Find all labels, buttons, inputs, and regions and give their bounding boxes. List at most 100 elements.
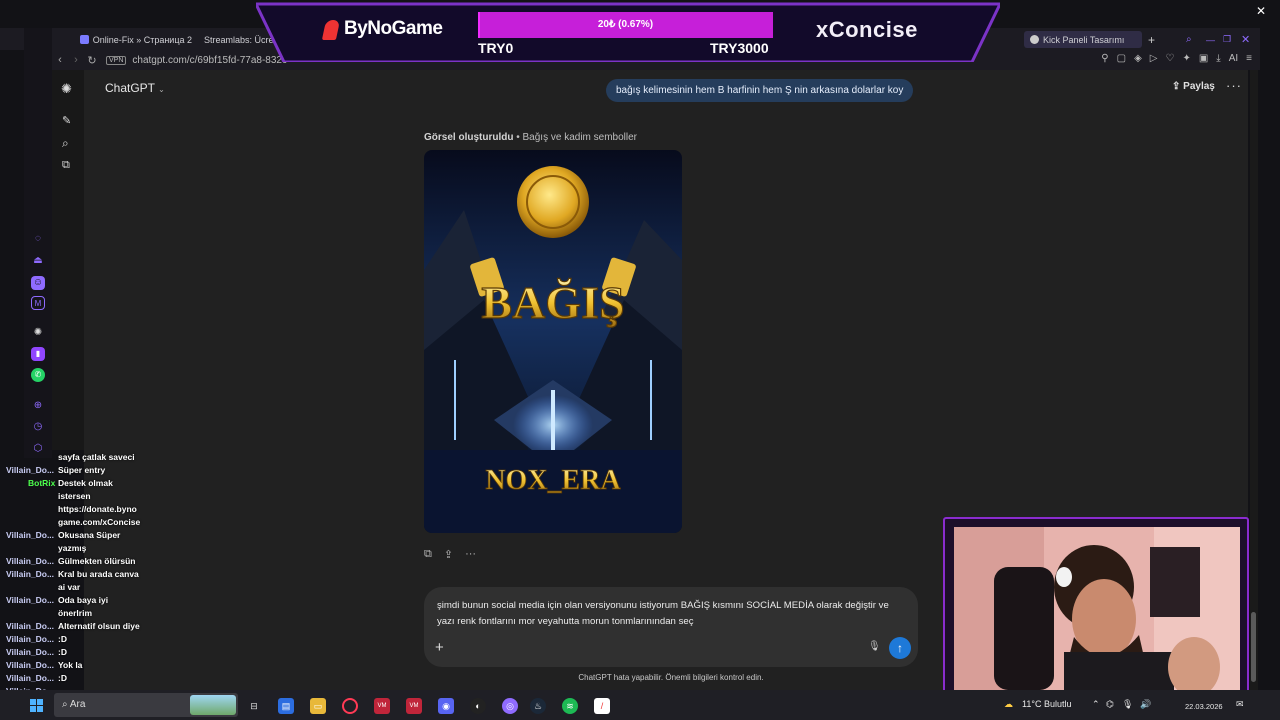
weather-icon[interactable]: ☁ (1004, 699, 1013, 710)
history-icon[interactable]: ◷ (31, 420, 45, 434)
voicemod-2-icon[interactable]: VM (406, 698, 422, 714)
image-status: Görsel oluşturuldu (424, 132, 514, 143)
scrollbar[interactable] (1250, 70, 1258, 690)
close-window-icon[interactable]: ✕ (1241, 31, 1250, 48)
chatgpt-logo-icon[interactable]: ✺ (61, 81, 72, 97)
search-icon[interactable]: ⌕ (62, 136, 69, 151)
screen: Online-Fix » Страница 2 Streamlabs: Ücre… (0, 0, 1280, 720)
ai-button[interactable]: AI (1229, 53, 1238, 64)
attach-plus-icon[interactable]: + (435, 639, 444, 656)
whatsapp-icon[interactable]: ✆ (31, 368, 45, 382)
donation-max-label: TRY3000 (710, 40, 769, 56)
arrow-up-icon: ↑ (897, 641, 903, 655)
tab-online-fix[interactable]: Online-Fix » Страница 2 (80, 31, 192, 48)
reload-icon[interactable]: ↻ (84, 54, 100, 67)
steam-icon[interactable]: ♨ (530, 698, 546, 714)
volume-icon[interactable]: 🔊 (1140, 699, 1151, 710)
back-icon[interactable]: ‹ (52, 54, 68, 66)
opera-icon[interactable] (342, 698, 358, 714)
new-chat-icon[interactable]: ✎ (62, 114, 71, 127)
webcam-overlay (943, 517, 1249, 700)
donation-progress-label: 20₺ (0.67%) (597, 19, 654, 30)
minimize-icon[interactable]: — (1206, 31, 1215, 48)
mic-tray-icon[interactable]: 🎙 (1122, 699, 1133, 710)
menu-icon[interactable]: ≡ (1246, 53, 1252, 64)
taskbar-search[interactable]: ⌕ Ara (54, 693, 238, 717)
obs-icon[interactable]: ◐ (470, 698, 486, 714)
chat-username: Villain_Do... (6, 621, 55, 631)
messenger-icon[interactable]: ☺ (31, 276, 45, 290)
model-selector[interactable]: ChatGPT ⌄ (105, 81, 165, 95)
windows-start-icon[interactable] (30, 699, 44, 713)
wifi-icon[interactable]: ⌬ (1106, 699, 1114, 710)
chat-message: sayfa çatlak saveci (58, 452, 135, 462)
message-composer[interactable]: şimdi bunun social media için olan versi… (424, 587, 918, 667)
forward-icon[interactable]: › (68, 54, 84, 66)
tab-kick-panel[interactable]: Kick Paneli Tasarımı (1024, 31, 1142, 48)
music-icon[interactable]: M (31, 296, 45, 310)
chat-message: :D (58, 647, 67, 657)
chatgpt-sidebar-icon[interactable]: ✺ (31, 326, 45, 340)
voicemod-icon[interactable]: VM (374, 698, 390, 714)
opera-sidebar: ◌ ⏏ ☺ M ✺ ▮ ✆ ⊕ ◷ ⬡ (24, 28, 52, 458)
overlay-close-icon[interactable]: ✕ (1256, 4, 1266, 18)
chat-message: yazmış (58, 543, 87, 553)
chatgpt-icon (1030, 35, 1039, 44)
shield-icon[interactable]: ◈ (1134, 53, 1142, 64)
twitch-icon[interactable]: ▮ (31, 347, 45, 361)
pin-icon[interactable]: ⚲ (1101, 53, 1108, 64)
library-icon[interactable]: ⧉ (62, 159, 70, 172)
stream-chat-overlay: sayfa çatlak saveci Villain_Do... Süper en… (0, 450, 150, 690)
chat-username: Villain_Do... (6, 595, 55, 605)
disclaimer: ChatGPT hata yapabilir. Önemli bilgileri… (578, 673, 764, 682)
image-actions: ⧉ ⇪ ··· (424, 548, 476, 561)
tab-label: Online-Fix » Страница 2 (92, 34, 192, 45)
copy-icon[interactable]: ⧉ (424, 548, 432, 561)
discord-icon[interactable]: ◉ (438, 698, 454, 714)
play-icon[interactable]: ▷ (1150, 53, 1158, 64)
crypto-wallet-icon[interactable]: ⏏ (31, 254, 45, 268)
search-label: Ara (69, 699, 86, 710)
notification-icon[interactable]: ✉ (1236, 699, 1244, 710)
weather-label[interactable]: 11°C Bulutlu (1022, 699, 1071, 709)
chat-message: Destek olmak (58, 478, 113, 488)
streamer-name: xConcise (816, 17, 918, 42)
opera-gx-icon[interactable]: ◎ (502, 698, 518, 714)
share-image-icon[interactable]: ⇪ (444, 548, 453, 561)
user-message: bağış kelimesinin hem B harfinin hem Ş n… (606, 79, 914, 102)
vpn-badge[interactable]: VPN (106, 55, 127, 65)
chat-username: BotRix (28, 478, 56, 488)
chevron-down-icon: ⌄ (158, 85, 165, 94)
file-explorer-icon[interactable]: ▭ (310, 698, 326, 714)
new-tab-button[interactable]: + (1148, 31, 1155, 48)
spotify-icon[interactable]: ≋ (562, 698, 578, 714)
wallet-icon[interactable]: ▣ (1199, 53, 1208, 64)
chat-username: Villain_Do... (6, 634, 55, 644)
extensions-icon[interactable]: ✦ (1182, 53, 1190, 64)
maximize-icon[interactable]: ❐ (1223, 31, 1231, 48)
chat-message: Alternatif olsun diye (58, 621, 140, 631)
chat-username: Villain_Do... (6, 530, 55, 540)
task-view-icon[interactable]: ⊟ (246, 698, 262, 714)
tab-label: Kick Paneli Tasarımı (1043, 34, 1125, 45)
more-image-options-icon[interactable]: ··· (465, 548, 476, 561)
heart-icon[interactable]: ♡ (1165, 53, 1174, 64)
bynogame-taskbar-icon[interactable]: / (594, 698, 610, 714)
webcam-feed (954, 527, 1240, 690)
store-icon[interactable]: ▤ (278, 698, 294, 714)
image-title: Bağış ve kadim semboller (522, 132, 638, 143)
aria-icon[interactable]: ◌ (31, 232, 45, 246)
add-panel-icon[interactable]: ⊕ (31, 399, 45, 413)
scrollbar-thumb[interactable] (1251, 612, 1256, 682)
share-button[interactable]: ⇪ Paylaş (1172, 81, 1215, 92)
generated-image[interactable]: BAĞIŞ NOX_ERA (424, 150, 682, 533)
send-button[interactable]: ↑ (889, 637, 911, 659)
snapshot-icon[interactable]: ▢ (1117, 53, 1126, 64)
download-icon[interactable]: ⤓ (1216, 53, 1220, 64)
composer-input[interactable]: şimdi bunun social media için olan versi… (437, 598, 907, 630)
microphone-icon[interactable]: 🎙 (868, 641, 881, 652)
more-options-icon[interactable]: ··· (1226, 78, 1242, 93)
chat-message: önerlrim (58, 608, 93, 618)
search-tabs-icon[interactable]: ⌕ (1186, 31, 1192, 48)
tray-expand-icon[interactable]: ⌃ (1092, 699, 1100, 710)
